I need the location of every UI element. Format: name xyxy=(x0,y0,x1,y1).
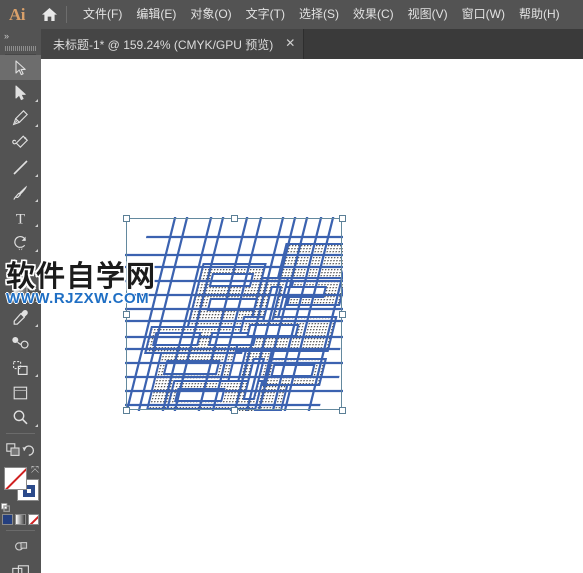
selection-handle-top-center[interactable] xyxy=(231,215,238,222)
flyout-indicator-icon xyxy=(35,249,38,252)
tool-shape-builder[interactable] xyxy=(0,355,41,380)
tool-curvature[interactable] xyxy=(0,130,41,155)
flyout-indicator-icon xyxy=(35,124,38,127)
flyout-indicator-icon xyxy=(35,324,38,327)
color-mode-solid[interactable] xyxy=(2,513,13,525)
flyout-indicator-icon xyxy=(35,99,38,102)
menu-edit[interactable]: 编辑(E) xyxy=(129,0,183,29)
default-fill-stroke-icon[interactable] xyxy=(1,499,11,513)
document-tab-title: 未标题-1* @ 159.24% (CMYK/GPU 预览) xyxy=(53,37,274,52)
color-mode-none[interactable] xyxy=(28,513,39,525)
fill-swatch[interactable] xyxy=(4,467,27,490)
menu-view[interactable]: 视图(V) xyxy=(401,0,455,29)
tool-line-segment[interactable] xyxy=(0,155,41,180)
selection-bounding-box xyxy=(126,218,342,410)
selection-handle-top-left[interactable] xyxy=(123,215,130,222)
flyout-indicator-icon xyxy=(35,424,38,427)
screen-mode-icon[interactable] xyxy=(0,559,41,573)
selection-handle-middle-right[interactable] xyxy=(339,311,346,318)
color-mode-gradient[interactable] xyxy=(15,513,26,525)
tool-blend[interactable] xyxy=(0,330,41,355)
menu-divider xyxy=(66,6,67,23)
tool-gradient[interactable] xyxy=(0,280,41,305)
tools-divider-2 xyxy=(6,530,35,531)
menu-window[interactable]: 窗口(W) xyxy=(455,0,512,29)
tools-divider xyxy=(6,433,35,434)
app-logo: Ai xyxy=(9,4,26,24)
tool-direct-selection[interactable] xyxy=(0,80,41,105)
arrange-objects-icon[interactable] xyxy=(5,442,21,457)
tools-panel: » T ⤧ xyxy=(0,29,41,573)
svg-text:T: T xyxy=(16,211,25,226)
tool-paintbrush[interactable] xyxy=(0,180,41,205)
document-tab-bar: 未标题-1* @ 159.24% (CMYK/GPU 预览) ✕ xyxy=(0,29,583,59)
tool-scale[interactable] xyxy=(0,255,41,280)
selection-handle-top-right[interactable] xyxy=(339,215,346,222)
tool-selection[interactable] xyxy=(0,55,41,80)
flyout-indicator-icon xyxy=(35,174,38,177)
home-icon[interactable] xyxy=(34,0,64,29)
tool-artboard[interactable] xyxy=(0,380,41,405)
tool-rotate[interactable] xyxy=(0,230,41,255)
document-tab[interactable]: 未标题-1* @ 159.24% (CMYK/GPU 预览) ✕ xyxy=(41,29,305,59)
selection-handle-bottom-left[interactable] xyxy=(123,407,130,414)
flyout-indicator-icon xyxy=(35,224,38,227)
selection-handle-bottom-right[interactable] xyxy=(339,407,346,414)
tool-zoom[interactable] xyxy=(0,405,41,430)
menu-bar: Ai 文件(F) 编辑(E) 对象(O) 文字(T) 选择(S) 效果(C) 视… xyxy=(0,0,583,29)
menu-item-list: 文件(F) 编辑(E) 对象(O) 文字(T) 选择(S) 效果(C) 视图(V… xyxy=(76,0,567,29)
menu-object[interactable]: 对象(O) xyxy=(183,0,238,29)
selection-handle-middle-left[interactable] xyxy=(123,311,130,318)
flyout-indicator-icon xyxy=(35,299,38,302)
collapse-panel-icon[interactable]: » xyxy=(0,29,41,43)
color-mode-row xyxy=(0,511,41,527)
menu-file[interactable]: 文件(F) xyxy=(76,0,129,29)
drawing-mode-icon[interactable] xyxy=(0,534,41,559)
menu-select[interactable]: 选择(S) xyxy=(292,0,346,29)
flyout-indicator-icon xyxy=(35,274,38,277)
tool-eyedropper[interactable] xyxy=(0,305,41,330)
menu-effect[interactable]: 效果(C) xyxy=(346,0,401,29)
selection-handle-bottom-center[interactable] xyxy=(231,407,238,414)
no-fill-slash-icon xyxy=(5,468,26,489)
tools-panel-drag-handle[interactable] xyxy=(5,43,36,55)
tool-pen[interactable] xyxy=(0,105,41,130)
close-icon[interactable]: ✕ xyxy=(283,37,297,51)
illustrator-window: Ai 文件(F) 编辑(E) 对象(O) 文字(T) 选择(S) 效果(C) 视… xyxy=(0,0,583,573)
menu-type[interactable]: 文字(T) xyxy=(239,0,292,29)
menu-help[interactable]: 帮助(H) xyxy=(512,0,567,29)
document-canvas[interactable] xyxy=(41,59,583,573)
flyout-indicator-icon xyxy=(35,199,38,202)
flyout-indicator-icon xyxy=(35,374,38,377)
undo-arrow-icon[interactable] xyxy=(21,443,36,456)
fill-stroke-widget: ⤧ xyxy=(0,465,41,513)
tool-type[interactable]: T xyxy=(0,205,41,230)
tools-arrange-row xyxy=(0,437,41,462)
swap-fill-stroke-icon[interactable]: ⤧ xyxy=(31,465,39,476)
